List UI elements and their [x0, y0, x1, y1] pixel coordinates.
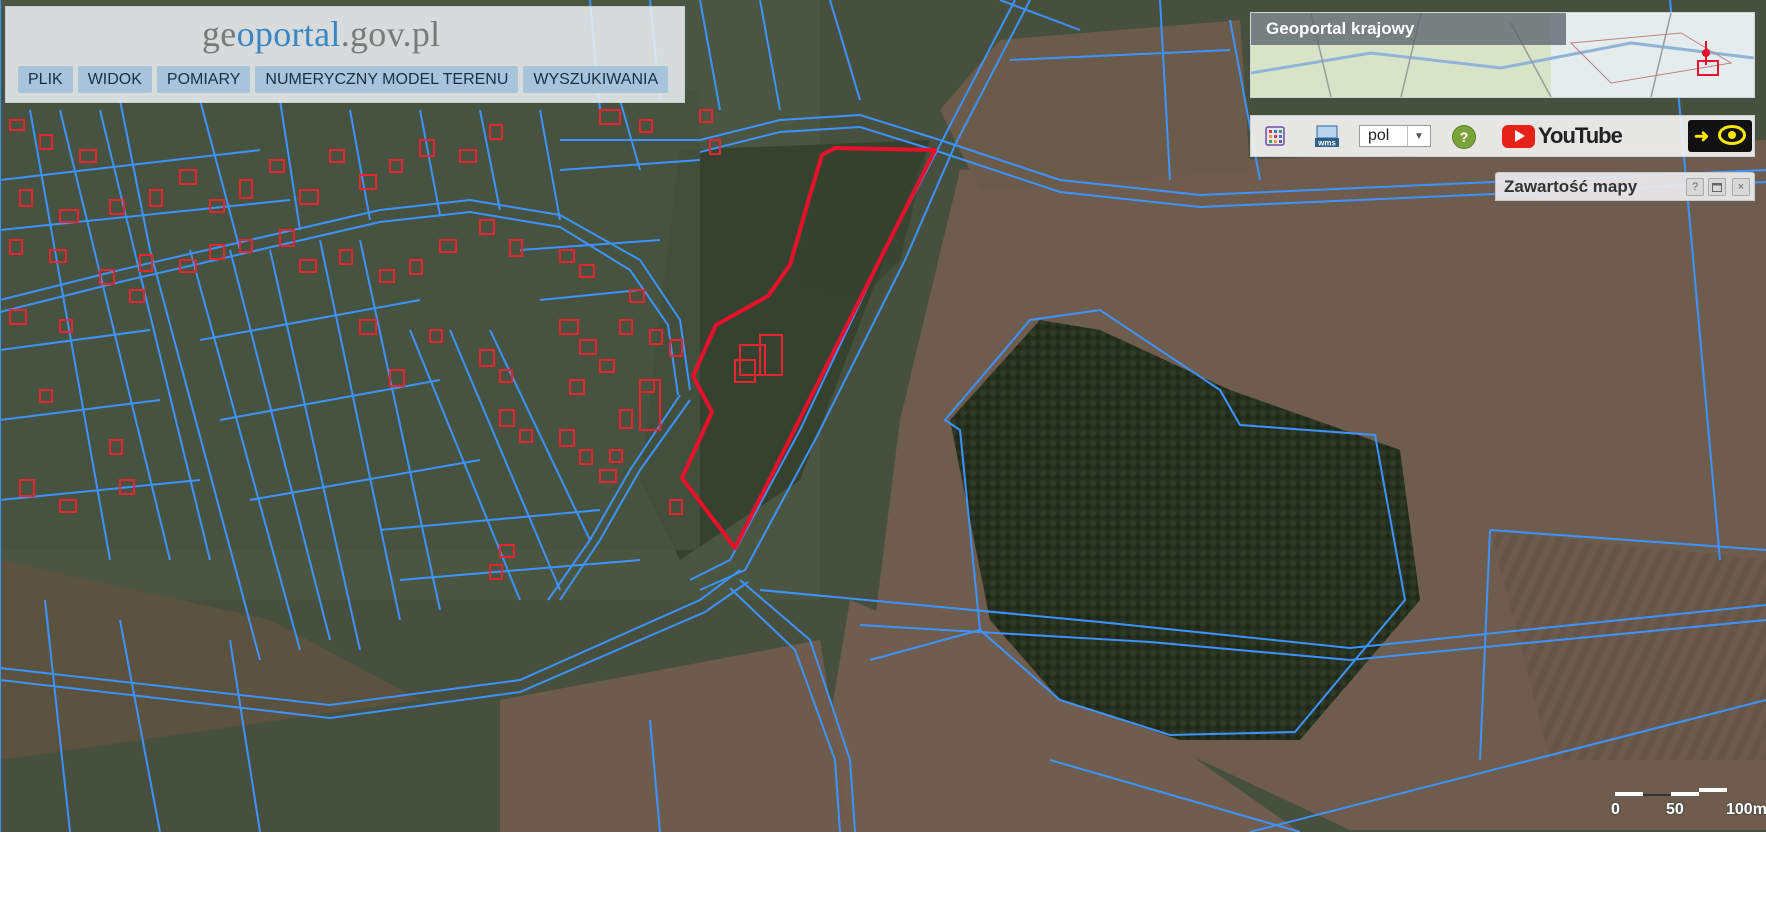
- eye-icon: [1718, 125, 1746, 145]
- geoportal-logo[interactable]: geoportal.gov.pl: [202, 13, 440, 55]
- scale-bar: 0 50 100m: [1611, 786, 1766, 818]
- map-content-title: Zawartość mapy: [1504, 177, 1638, 196]
- overview-minimap[interactable]: Geoportal krajowy: [1250, 12, 1755, 98]
- logo-text-ge: ge: [202, 14, 237, 54]
- minimap-title: Geoportal krajowy: [1251, 13, 1566, 45]
- menu-wyszukiwania[interactable]: WYSZUKIWANIA: [523, 66, 669, 93]
- panel-help-button[interactable]: ?: [1686, 178, 1704, 196]
- scale-segment: [1671, 792, 1699, 796]
- layers-icon[interactable]: [1263, 124, 1289, 148]
- header-panel: geoportal.gov.pl PLIK WIDOK POMIARY NUME…: [5, 6, 685, 103]
- scale-label-100m: 100m: [1726, 801, 1766, 818]
- youtube-label: YouTube: [1538, 123, 1623, 148]
- language-value: pol: [1368, 127, 1390, 144]
- accessibility-icon[interactable]: ➜: [1688, 120, 1752, 152]
- logo-text-o: o: [236, 14, 255, 54]
- youtube-icon: [1502, 124, 1535, 148]
- help-icon[interactable]: ?: [1452, 125, 1476, 149]
- scale-segment: [1615, 792, 1643, 796]
- svg-text:wms: wms: [1317, 139, 1336, 148]
- map-view[interactable]: geoportal.gov.pl PLIK WIDOK POMIARY NUME…: [0, 0, 1766, 832]
- arrow-right-icon: ➜: [1694, 126, 1710, 146]
- menu-plik[interactable]: PLIK: [18, 66, 73, 93]
- toolbar: wms pol ▼ ? YouTube ➜: [1250, 115, 1755, 157]
- chevron-down-icon: ▼: [1407, 126, 1430, 146]
- scale-label-50: 50: [1666, 801, 1684, 818]
- logo-text-portal: portal: [254, 14, 341, 54]
- menu-pomiary[interactable]: POMIARY: [156, 66, 251, 93]
- scale-segment: [1699, 788, 1727, 792]
- youtube-link[interactable]: YouTube: [1502, 123, 1623, 148]
- close-icon[interactable]: ×: [1732, 178, 1750, 196]
- scale-segment: [1643, 794, 1671, 796]
- maximize-icon[interactable]: [1708, 178, 1726, 196]
- scale-label-0: 0: [1611, 801, 1620, 818]
- menu-widok[interactable]: WIDOK: [77, 66, 152, 93]
- main-menu: PLIK WIDOK POMIARY NUMERYCZNY MODEL TERE…: [18, 66, 669, 93]
- logo-text-gov: .gov.pl: [340, 14, 441, 54]
- menu-numeryczny-model-terenu[interactable]: NUMERYCZNY MODEL TERENU: [255, 66, 519, 93]
- language-select[interactable]: pol ▼: [1359, 125, 1431, 147]
- wms-icon[interactable]: wms: [1314, 124, 1340, 148]
- map-content-panel[interactable]: Zawartość mapy ? ×: [1495, 172, 1755, 201]
